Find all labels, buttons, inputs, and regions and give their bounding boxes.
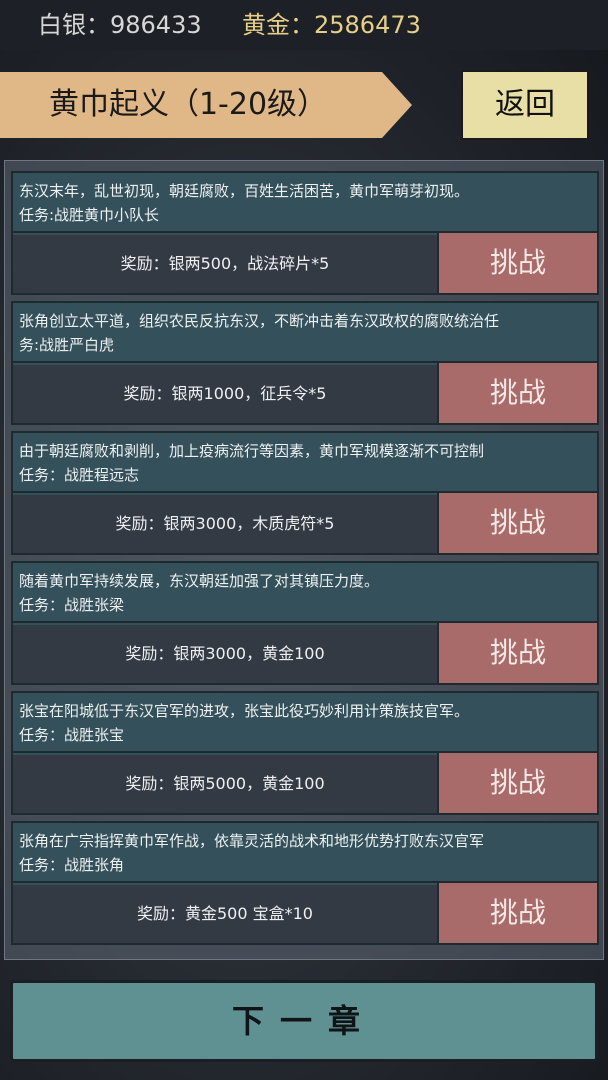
silver-value: 986433	[110, 11, 202, 39]
quest-reward: 奖励：银两5000，黄金100	[13, 755, 437, 813]
quest-task: 任务：战胜张梁	[19, 596, 125, 614]
quest-reward: 奖励：银两3000，黄金100	[13, 625, 437, 683]
quest-reward: 奖励：银两1000，征兵令*5	[13, 365, 437, 423]
quest-card: 张角在广宗指挥黄巾军作战，依靠灵活的战术和地形优势打败东汉官军 任务：战胜张角 …	[11, 821, 599, 945]
quest-story: 张角在广宗指挥黄巾军作战，依靠灵活的战术和地形优势打败东汉官军	[19, 832, 485, 850]
challenge-button[interactable]: 挑战	[437, 363, 597, 423]
quest-task: 任务:战胜黄巾小队长	[19, 206, 160, 224]
mission-list[interactable]: 东汉末年，乱世初现，朝廷腐败，百姓生活困苦，黄巾军萌芽初现。 任务:战胜黄巾小队…	[4, 160, 604, 960]
challenge-button[interactable]: 挑战	[437, 883, 597, 943]
quest-task: 务:战胜严白虎	[19, 336, 115, 354]
gold-balance: 黄金：2586473	[242, 6, 421, 44]
quest-description: 东汉末年，乱世初现，朝廷腐败，百姓生活困苦，黄巾军萌芽初现。 任务:战胜黄巾小队…	[13, 173, 597, 233]
next-chapter-button[interactable]: 下一章	[10, 980, 598, 1062]
challenge-button[interactable]: 挑战	[437, 753, 597, 813]
quest-task: 任务：战胜张角	[19, 856, 125, 874]
quest-reward: 奖励：黄金500 宝盒*10	[13, 885, 437, 943]
quest-card: 由于朝廷腐败和剥削，加上疫病流行等因素，黄巾军规模逐渐不可控制 任务：战胜程远志…	[11, 431, 599, 555]
quest-card: 张角创立太平道，组织农民反抗东汉，不断冲击着东汉政权的腐败统治任 务:战胜严白虎…	[11, 301, 599, 425]
quest-description: 张宝在阳城低于东汉官军的进攻，张宝此役巧妙利用计策族技官军。 任务：战胜张宝	[13, 693, 597, 753]
quest-card: 东汉末年，乱世初现，朝廷腐败，百姓生活困苦，黄巾军萌芽初现。 任务:战胜黄巾小队…	[11, 171, 599, 295]
chapter-title: 黄巾起义（1-20级）	[48, 87, 328, 122]
quest-card: 随着黄巾军持续发展，东汉朝廷加强了对其镇压力度。 任务：战胜张梁 奖励：银两30…	[11, 561, 599, 685]
top-bar: 白银：986433 黄金：2586473	[0, 0, 608, 50]
quest-task: 任务：战胜程远志	[19, 466, 140, 484]
quest-story: 随着黄巾军持续发展，东汉朝廷加强了对其镇压力度。	[19, 572, 380, 590]
quest-story: 张宝在阳城低于东汉官军的进攻，张宝此役巧妙利用计策族技官军。	[19, 702, 470, 720]
quest-task: 任务：战胜张宝	[19, 726, 125, 744]
silver-balance: 白银：986433	[38, 6, 202, 44]
gold-label: 黄金：	[242, 11, 314, 39]
quest-reward: 奖励：银两500，战法碎片*5	[13, 235, 437, 293]
quest-description: 随着黄巾军持续发展，东汉朝廷加强了对其镇压力度。 任务：战胜张梁	[13, 563, 597, 623]
back-button[interactable]: 返回	[461, 70, 589, 140]
silver-label: 白银：	[38, 11, 110, 39]
quest-description: 由于朝廷腐败和剥削，加上疫病流行等因素，黄巾军规模逐渐不可控制 任务：战胜程远志	[13, 433, 597, 493]
gold-value: 2586473	[314, 11, 421, 39]
quest-card: 张宝在阳城低于东汉官军的进攻，张宝此役巧妙利用计策族技官军。 任务：战胜张宝 奖…	[11, 691, 599, 815]
challenge-button[interactable]: 挑战	[437, 623, 597, 683]
challenge-button[interactable]: 挑战	[437, 233, 597, 293]
quest-story: 东汉末年，乱世初现，朝廷腐败，百姓生活困苦，黄巾军萌芽初现。	[19, 182, 470, 200]
quest-story: 张角创立太平道，组织农民反抗东汉，不断冲击着东汉政权的腐败统治任	[19, 312, 500, 330]
quest-description: 张角创立太平道，组织农民反抗东汉，不断冲击着东汉政权的腐败统治任 务:战胜严白虎	[13, 303, 597, 363]
quest-story: 由于朝廷腐败和剥削，加上疫病流行等因素，黄巾军规模逐渐不可控制	[19, 442, 485, 460]
challenge-button[interactable]: 挑战	[437, 493, 597, 553]
quest-description: 张角在广宗指挥黄巾军作战，依靠灵活的战术和地形优势打败东汉官军 任务：战胜张角	[13, 823, 597, 883]
quest-reward: 奖励：银两3000，木质虎符*5	[13, 495, 437, 553]
